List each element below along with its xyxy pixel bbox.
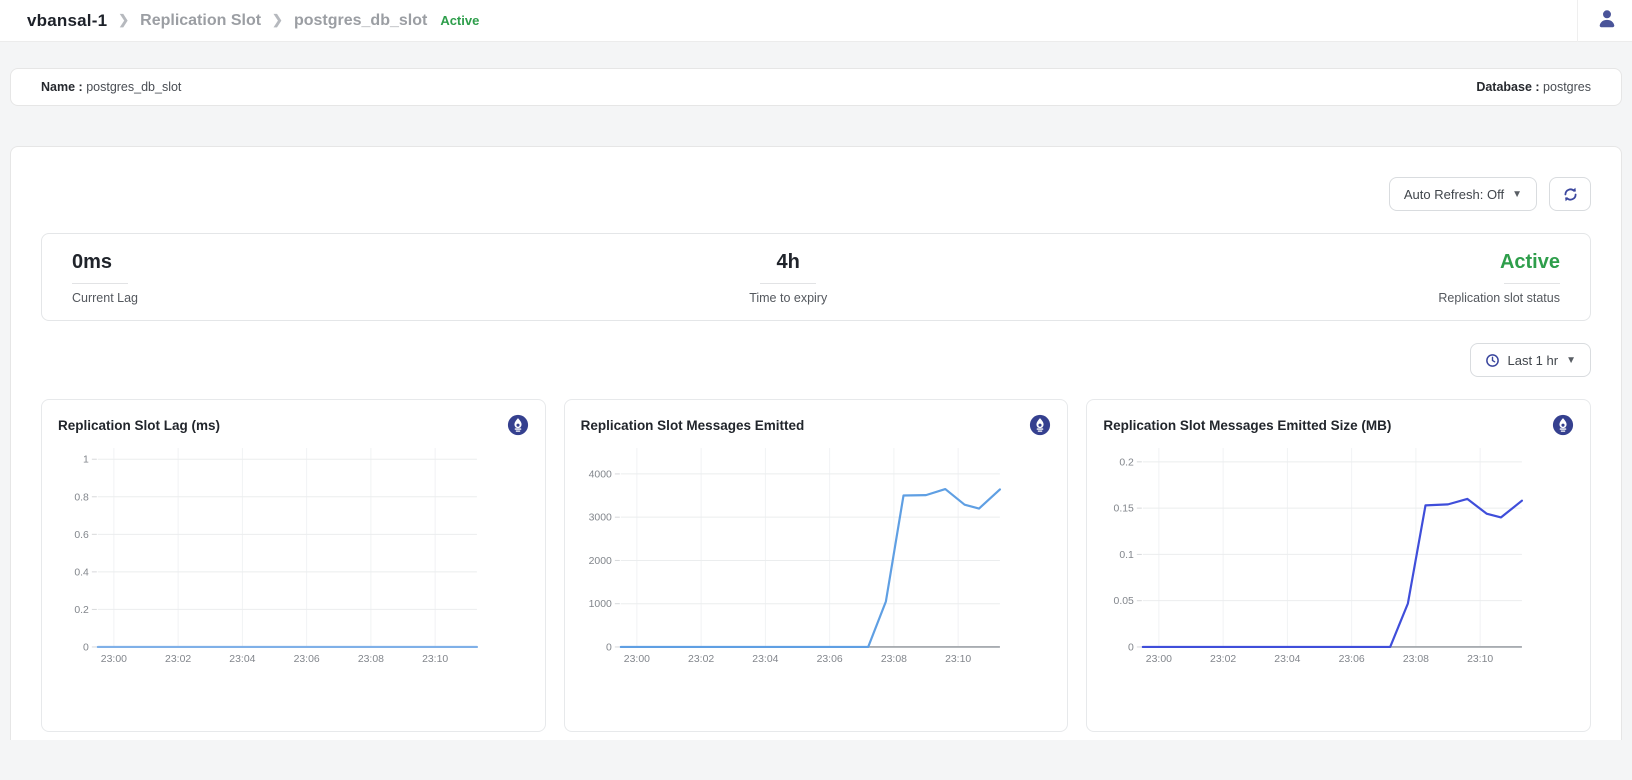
svg-text:23:08: 23:08 <box>881 654 907 665</box>
svg-text:23:02: 23:02 <box>165 654 191 665</box>
breadcrumb-replication-slot[interactable]: Replication Slot <box>140 12 261 30</box>
svg-text:23:04: 23:04 <box>1275 654 1301 665</box>
svg-text:23:06: 23:06 <box>1339 654 1365 665</box>
svg-text:0: 0 <box>606 642 612 653</box>
charts-row: Replication Slot Lag (ms) 0 0.2 0.4 0.6 0.8 1… <box>41 399 1591 732</box>
svg-text:23:10: 23:10 <box>945 654 971 665</box>
chart-title: Replication Slot Messages Emitted <box>581 418 805 433</box>
chart-header: Replication Slot Messages Emitted <box>581 414 1052 436</box>
chart-header: Replication Slot Lag (ms) <box>58 414 529 436</box>
svg-text:0.4: 0.4 <box>74 567 89 578</box>
refresh-button[interactable] <box>1549 177 1591 211</box>
database-label: Database <box>1476 80 1532 94</box>
chart-title: Replication Slot Lag (ms) <box>58 418 220 433</box>
svg-text:23:10: 23:10 <box>1467 654 1493 665</box>
svg-text:0.2: 0.2 <box>74 605 89 616</box>
database-value: postgres <box>1543 80 1591 94</box>
time-range-label: Last 1 hr <box>1508 353 1559 368</box>
svg-text:0.05: 0.05 <box>1114 596 1135 607</box>
stat-value: 0ms <box>72 251 112 274</box>
breadcrumb-universe-name[interactable]: vbansal-1 <box>27 11 107 31</box>
chevron-right-icon: ❯ <box>272 12 283 28</box>
stat-divider <box>760 283 816 284</box>
stat-divider <box>1504 283 1560 284</box>
chart-canvas-lag: 0 0.2 0.4 0.6 0.8 1 23:00 23:02 23:04 23:06 23:08 2… <box>58 440 529 676</box>
stat-time-to-expiry: 4h Time to expiry <box>749 251 827 305</box>
refresh-controls: Auto Refresh: Off ▼ <box>41 177 1591 211</box>
svg-text:23:10: 23:10 <box>422 654 448 665</box>
svg-text:1: 1 <box>83 455 89 466</box>
chart-card-replication-slot-lag: Replication Slot Lag (ms) 0 0.2 0.4 0.6 0.8 1… <box>41 399 546 732</box>
chart-canvas-size: 0 0.05 0.1 0.15 0.2 23:00 23:02 23:04 23:06 23:08… <box>1103 440 1574 676</box>
slot-name-field: Name : postgres_db_slot <box>41 80 181 94</box>
user-profile-button[interactable] <box>1596 7 1618 34</box>
time-range-controls: Last 1 hr ▼ <box>41 343 1591 377</box>
svg-text:3000: 3000 <box>588 513 611 524</box>
stat-label: Replication slot status <box>1438 291 1560 305</box>
chart-title: Replication Slot Messages Emitted Size (… <box>1103 418 1391 433</box>
chevron-down-icon: ▼ <box>1566 355 1576 366</box>
stat-replication-slot-status: Active Replication slot status <box>1438 251 1560 305</box>
chevron-right-icon: ❯ <box>118 12 129 28</box>
svg-text:2000: 2000 <box>588 556 611 567</box>
prometheus-metrics-icon[interactable] <box>507 414 529 436</box>
slot-name-value: postgres_db_slot <box>86 80 181 94</box>
svg-text:0.1: 0.1 <box>1120 550 1135 561</box>
svg-text:4000: 4000 <box>588 469 611 480</box>
slot-name-label: Name <box>41 80 75 94</box>
clock-icon <box>1485 353 1500 368</box>
prometheus-metrics-icon[interactable] <box>1552 414 1574 436</box>
separator: : <box>79 80 83 94</box>
topbar-divider <box>1577 0 1578 42</box>
chart-card-messages-emitted-size: Replication Slot Messages Emitted Size (… <box>1086 399 1591 732</box>
svg-text:23:00: 23:00 <box>623 654 649 665</box>
svg-text:23:08: 23:08 <box>358 654 384 665</box>
top-navigation-bar: vbansal-1 ❯ Replication Slot ❯ postgres_… <box>0 0 1632 42</box>
stat-value: Active <box>1500 251 1560 274</box>
auto-refresh-label: Auto Refresh: Off <box>1404 187 1504 202</box>
chart-header: Replication Slot Messages Emitted Size (… <box>1103 414 1574 436</box>
slot-info-bar: Name : postgres_db_slot Database : postg… <box>10 68 1622 106</box>
database-field: Database : postgres <box>1476 80 1591 94</box>
svg-text:23:02: 23:02 <box>688 654 714 665</box>
svg-text:0.6: 0.6 <box>74 530 89 541</box>
stat-label: Time to expiry <box>749 291 827 305</box>
svg-text:0.15: 0.15 <box>1114 504 1135 515</box>
metrics-panel: Auto Refresh: Off ▼ 0ms Current Lag 4h T… <box>10 146 1622 740</box>
svg-text:1000: 1000 <box>588 599 611 610</box>
svg-text:23:04: 23:04 <box>752 654 778 665</box>
chevron-down-icon: ▼ <box>1512 189 1522 200</box>
stat-value: 4h <box>777 251 800 274</box>
auto-refresh-dropdown[interactable]: Auto Refresh: Off ▼ <box>1389 177 1537 211</box>
svg-text:23:08: 23:08 <box>1403 654 1429 665</box>
chart-canvas-messages: 0 1000 2000 3000 4000 23:00 23:02 23:04 23:06 23:… <box>581 440 1052 676</box>
stat-divider <box>72 283 128 284</box>
stat-label: Current Lag <box>72 291 138 305</box>
status-badge: Active <box>440 13 479 28</box>
svg-text:23:00: 23:00 <box>101 654 127 665</box>
svg-text:0: 0 <box>1128 642 1134 653</box>
stat-current-lag: 0ms Current Lag <box>72 251 138 305</box>
svg-text:23:02: 23:02 <box>1210 654 1236 665</box>
breadcrumb: vbansal-1 ❯ Replication Slot ❯ postgres_… <box>27 11 1577 31</box>
summary-stats-bar: 0ms Current Lag 4h Time to expiry Active… <box>41 233 1591 321</box>
prometheus-metrics-icon[interactable] <box>1029 414 1051 436</box>
svg-text:23:06: 23:06 <box>294 654 320 665</box>
svg-text:23:00: 23:00 <box>1146 654 1172 665</box>
breadcrumb-slot-name: postgres_db_slot <box>294 12 427 30</box>
svg-text:0: 0 <box>83 642 89 653</box>
chart-card-messages-emitted: Replication Slot Messages Emitted 0 1000 2… <box>564 399 1069 732</box>
time-range-dropdown[interactable]: Last 1 hr ▼ <box>1470 343 1592 377</box>
user-icon <box>1596 7 1618 34</box>
separator: : <box>1535 80 1539 94</box>
svg-text:23:04: 23:04 <box>229 654 255 665</box>
svg-text:0.8: 0.8 <box>74 492 89 503</box>
svg-text:23:06: 23:06 <box>816 654 842 665</box>
refresh-arrows-icon <box>1562 186 1579 203</box>
svg-text:0.2: 0.2 <box>1120 457 1135 468</box>
